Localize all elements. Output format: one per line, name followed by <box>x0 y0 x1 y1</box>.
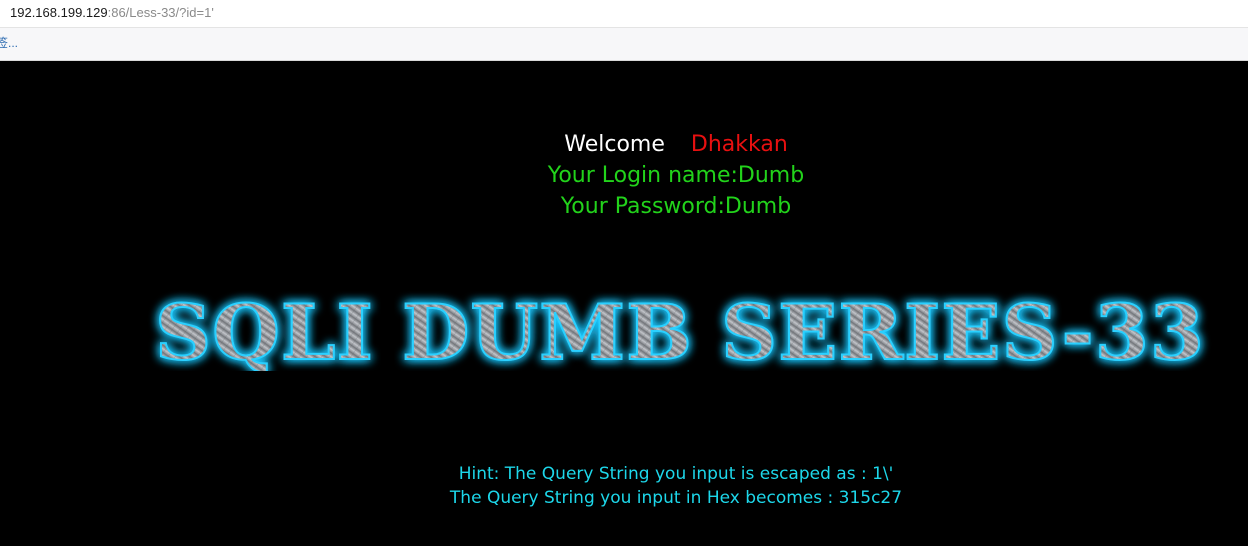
login-name-text: Your Login name:Dumb <box>547 163 805 188</box>
bookmarks-bar: 签... <box>0 28 1248 61</box>
welcome-block: Welcome Dhakkan Your Login name:Dumb Your… <box>0 129 1248 222</box>
series-banner-text: SQLI DUMB SERIES-33 <box>155 288 1205 371</box>
password-text: Your Password:Dumb <box>560 194 792 219</box>
address-bar[interactable]: 192.168.199.129:86/Less-33/?id=1' <box>0 0 1248 28</box>
hint-escaped-text: Hint: The Query String you input is esca… <box>458 464 894 484</box>
page-viewport: Welcome Dhakkan Your Login name:Dumb Your… <box>0 61 1248 546</box>
series-banner: SQLI DUMB SERIES-33 <box>140 281 1220 371</box>
bookmark-item[interactable]: 签... <box>0 28 18 58</box>
url-host: 192.168.199.129 <box>10 5 108 20</box>
url-path: :86/Less-33/?id=1' <box>107 5 214 20</box>
welcome-line: Welcome Dhakkan <box>104 129 1248 160</box>
welcome-name: Dhakkan <box>690 132 788 157</box>
series-banner-image: SQLI DUMB SERIES-33 <box>154 287 1205 371</box>
welcome-label: Welcome <box>564 132 665 157</box>
hint-hex-text: The Query String you input in Hex become… <box>449 488 903 508</box>
hint-block: Hint: The Query String you input is esca… <box>0 462 1248 510</box>
